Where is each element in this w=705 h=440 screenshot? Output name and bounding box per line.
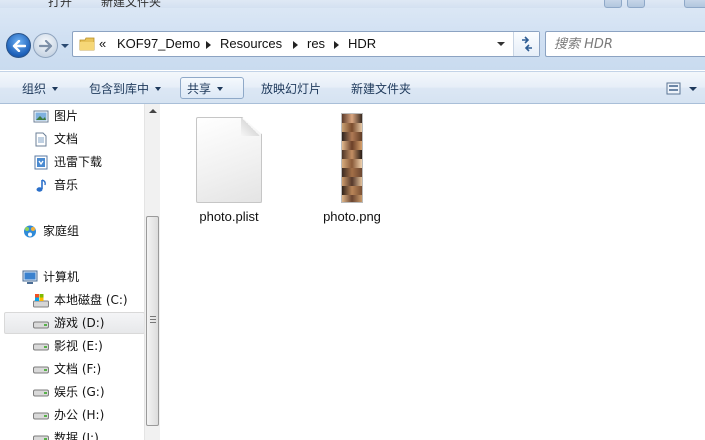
sidebar-item-drive-d[interactable]: 游戏 (D:) [4, 312, 145, 334]
organize-label: 组织 [22, 82, 47, 96]
sidebar-item-label: 迅雷下载 [54, 155, 103, 169]
sidebar-item-label: 文档 [54, 132, 79, 146]
share-label: 共享 [187, 82, 212, 96]
organize-menu-button[interactable]: 组织 [15, 77, 65, 99]
chevron-down-icon [155, 86, 162, 91]
change-view-button[interactable] [664, 80, 702, 98]
sidebar-item-drive-g[interactable]: 娱乐 (G:) [0, 382, 145, 403]
sidebar-item-label: 计算机 [43, 270, 80, 284]
new-folder-button[interactable]: 新建文件夹 [344, 77, 418, 99]
sidebar-item-homegroup[interactable]: 家庭组 [0, 221, 145, 242]
drive-icon [33, 321, 49, 329]
file-name: photo.png [323, 209, 381, 224]
view-options-icon [666, 82, 697, 95]
pictures-icon [33, 110, 49, 123]
forward-arrow-icon [38, 39, 52, 52]
sidebar-item-drive-h[interactable]: 办公 (H:) [0, 405, 145, 426]
sidebar-item-computer[interactable]: 计算机 [0, 267, 145, 288]
back-button[interactable] [6, 33, 31, 58]
refresh-icon [522, 36, 532, 52]
search-input[interactable] [554, 36, 694, 52]
file-list: photo.plist photo.png [160, 104, 705, 440]
scroll-up-button[interactable] [145, 104, 160, 118]
background-control [627, 0, 645, 8]
back-arrow-icon [12, 39, 26, 52]
command-bar: 组织 包含到库中 共享 放映幻灯片 新建文件夹 [0, 71, 705, 104]
navigation-scrollbar[interactable] [144, 104, 160, 440]
slideshow-label: 放映幻灯片 [261, 82, 322, 96]
include-in-library-label: 包含到库中 [89, 82, 150, 96]
sidebar-item-label: 文档 (F:) [54, 362, 102, 376]
scroll-thumb[interactable] [146, 216, 159, 426]
sidebar-item-label: 本地磁盘 (C:) [54, 293, 128, 307]
breadcrumb-kof97-demo[interactable]: KOF97_Demo [117, 36, 200, 51]
homegroup-icon [24, 225, 36, 238]
address-history-dropdown[interactable] [492, 32, 510, 56]
sidebar-item-label: 音乐 [54, 178, 79, 192]
chevron-down-icon [52, 86, 59, 91]
recent-pages-button[interactable] [60, 41, 70, 51]
sidebar-item-label: 娱乐 (G:) [54, 385, 105, 399]
background-tab-new-folder: 新建文件夹 [101, 0, 162, 8]
slideshow-button[interactable]: 放映幻灯片 [254, 77, 328, 99]
sidebar-item-label: 影视 (E:) [54, 339, 103, 353]
navigation-pane: 图片 文档 迅雷下载 音乐 家庭组 计算机 本地磁盘 (C:) 游戏 (D:) … [0, 104, 160, 440]
sidebar-item-drive-f[interactable]: 文档 (F:) [0, 359, 145, 380]
drive-icon [33, 389, 49, 397]
sidebar-item-documents[interactable]: 文档 [0, 129, 145, 150]
address-overflow-button[interactable]: « [99, 36, 106, 51]
breadcrumb-separator-icon[interactable] [334, 41, 339, 49]
breadcrumb-hdr[interactable]: HDR [348, 36, 376, 51]
computer-icon [22, 270, 38, 284]
sidebar-item-label: 游戏 (D:) [54, 316, 105, 330]
sidebar-item-pictures[interactable]: 图片 [0, 106, 145, 127]
background-control [684, 0, 705, 8]
background-window-strip: 打开 新建文件夹 [0, 0, 705, 8]
address-bar[interactable]: « KOF97_Demo Resources res HDR [72, 31, 540, 57]
sidebar-item-label: 办公 (H:) [54, 408, 105, 422]
sidebar-item-drive-e[interactable]: 影视 (E:) [0, 336, 145, 357]
drive-icon [33, 412, 49, 420]
document-file-icon [196, 117, 262, 203]
folder-icon [79, 37, 95, 51]
background-tab-open: 打开 [48, 0, 73, 8]
image-thumbnail-icon [341, 113, 363, 203]
file-item-png[interactable]: photo.png [302, 113, 402, 224]
xunlei-download-icon [34, 155, 48, 170]
sidebar-item-music[interactable]: 音乐 [0, 175, 145, 196]
breadcrumb-res[interactable]: res [307, 36, 325, 51]
sidebar-item-xunlei-download[interactable]: 迅雷下载 [0, 152, 145, 173]
include-in-library-button[interactable]: 包含到库中 [82, 77, 168, 99]
grip-icon [150, 316, 156, 323]
sidebar-item-drive-c[interactable]: 本地磁盘 (C:) [0, 290, 145, 311]
drive-icon [33, 435, 49, 440]
music-icon [36, 179, 46, 192]
share-menu-button[interactable]: 共享 [180, 77, 244, 99]
chevron-down-icon [217, 86, 224, 91]
file-item-plist[interactable]: photo.plist [179, 117, 279, 224]
sidebar-item-label: 图片 [54, 109, 79, 123]
chevron-up-icon [148, 109, 157, 113]
new-folder-label: 新建文件夹 [351, 82, 412, 96]
breadcrumb-separator-icon[interactable] [206, 41, 211, 49]
drive-icon [33, 366, 49, 374]
breadcrumb-resources[interactable]: Resources [220, 36, 282, 51]
documents-icon [35, 132, 47, 147]
forward-button[interactable] [33, 33, 58, 58]
sidebar-item-drive-i[interactable]: 数据 (I:) [0, 428, 145, 440]
file-name: photo.plist [199, 209, 259, 224]
refresh-button[interactable] [513, 32, 539, 56]
background-control [604, 0, 622, 8]
search-box[interactable] [545, 31, 705, 57]
sidebar-item-label: 家庭组 [43, 224, 80, 238]
breadcrumb-separator-icon[interactable] [293, 41, 298, 49]
sidebar-item-label: 数据 (I:) [54, 431, 99, 440]
system-drive-icon [33, 294, 49, 308]
drive-icon [33, 343, 49, 351]
